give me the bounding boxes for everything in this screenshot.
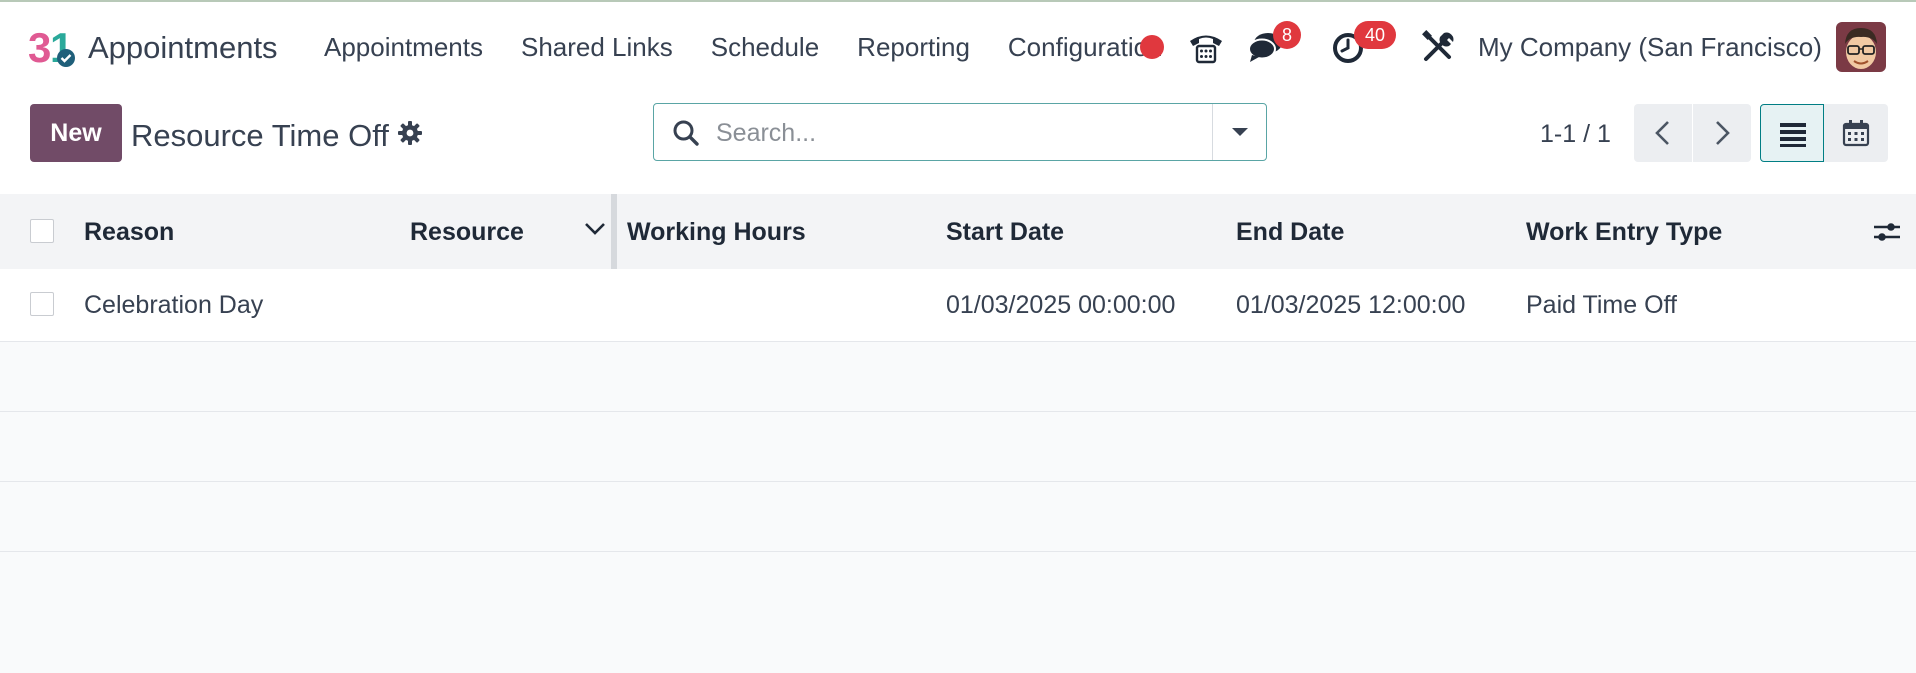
cell-reason: Celebration Day [84, 291, 264, 319]
company-switcher[interactable]: My Company (San Francisco) [1478, 32, 1822, 63]
empty-row [0, 412, 1916, 482]
search-bar [653, 103, 1267, 161]
row-checkbox[interactable] [30, 292, 54, 316]
app-name[interactable]: Appointments [88, 30, 278, 66]
appointments-app-icon[interactable]: 3 1 [28, 24, 76, 70]
page-title: Resource Time Off [131, 118, 389, 153]
list-view-icon [1780, 123, 1806, 147]
list-view-button[interactable] [1760, 104, 1824, 162]
empty-row [0, 342, 1916, 412]
cell-work-entry-type: Paid Time Off [1526, 291, 1677, 319]
gear-icon[interactable] [397, 120, 423, 146]
select-all-checkbox[interactable] [30, 219, 54, 243]
tools-icon[interactable] [1418, 27, 1458, 67]
menu-schedule[interactable]: Schedule [711, 32, 819, 63]
chevron-down-icon[interactable] [584, 222, 606, 236]
column-header-resource[interactable]: Resource [410, 218, 524, 247]
table-row[interactable]: Celebration Day 01/03/2025 00:00:00 01/0… [0, 269, 1916, 342]
pager-value[interactable]: 1-1 / 1 [1540, 120, 1611, 149]
caret-down-icon [1232, 128, 1248, 136]
menu-reporting[interactable]: Reporting [857, 32, 970, 63]
activities-badge: 40 [1354, 21, 1396, 49]
column-settings-icon[interactable] [1873, 220, 1901, 244]
column-header-work-entry-type[interactable]: Work Entry Type [1526, 218, 1722, 247]
pager-previous-button[interactable] [1634, 104, 1692, 162]
column-header-reason[interactable]: Reason [84, 218, 174, 247]
phone-icon[interactable] [1186, 27, 1226, 67]
column-resize-handle[interactable] [611, 194, 617, 269]
search-icon [673, 120, 699, 146]
chevron-left-icon [1655, 121, 1669, 145]
column-header-end-date[interactable]: End Date [1236, 218, 1344, 247]
cell-start-date: 01/03/2025 00:00:00 [946, 291, 1176, 319]
search-options-toggle[interactable] [1212, 104, 1267, 160]
calendar-view-icon [1842, 120, 1870, 147]
cell-end-date: 01/03/2025 12:00:00 [1236, 291, 1466, 319]
user-avatar[interactable] [1836, 22, 1886, 72]
pager-next-button[interactable] [1693, 104, 1751, 162]
recording-indicator [1140, 35, 1164, 59]
menu-shared-links[interactable]: Shared Links [521, 32, 673, 63]
calendar-view-button[interactable] [1824, 104, 1888, 162]
new-button[interactable]: New [30, 104, 122, 162]
top-navbar: 3 1 Appointments Appointments Shared Lin… [0, 2, 1916, 90]
control-panel: New Resource Time Off 1-1 / 1 [0, 90, 1916, 195]
table-header: Reason Resource Working Hours Start Date… [0, 194, 1916, 270]
column-header-start-date[interactable]: Start Date [946, 218, 1064, 247]
messages-badge: 8 [1273, 21, 1301, 49]
empty-row [0, 482, 1916, 552]
main-menu: Appointments Shared Links Schedule Repor… [324, 32, 1201, 63]
search-input[interactable] [714, 112, 1198, 154]
menu-appointments[interactable]: Appointments [324, 32, 483, 63]
column-header-working-hours[interactable]: Working Hours [627, 218, 806, 247]
svg-text:3: 3 [28, 24, 51, 70]
chevron-right-icon [1716, 121, 1730, 145]
